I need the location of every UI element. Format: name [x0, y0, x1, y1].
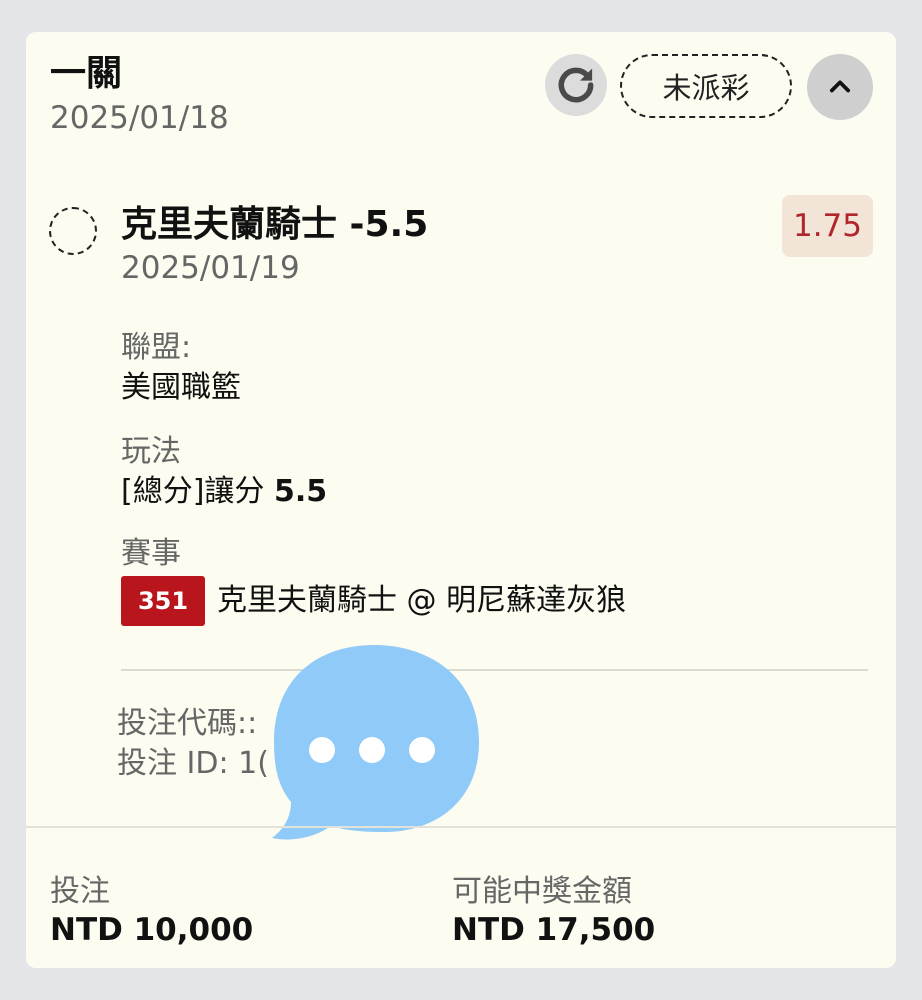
chevron-up-icon [829, 80, 851, 93]
section-divider [121, 669, 868, 671]
potential-payout-label: 可能中獎金額 [452, 874, 632, 909]
bet-type-title: 一關 [50, 53, 123, 94]
selection-name: 克里夫蘭騎士 -5.5 [121, 204, 429, 245]
selection-date: 2025/01/19 [121, 250, 300, 286]
settlement-status-badge: 未派彩 [620, 54, 792, 118]
event-label: 賽事 [121, 536, 181, 571]
event-name: 克里夫蘭騎士 @ 明尼蘇達灰狼 [217, 583, 627, 618]
selection-status-indicator [49, 207, 97, 255]
market-type: [總分]讓分 [121, 474, 274, 509]
event-row: 351 克里夫蘭騎士 @ 明尼蘇達灰狼 [121, 576, 626, 626]
market-value: [總分]讓分 5.5 [121, 472, 327, 512]
stake-label: 投注 [50, 874, 110, 909]
refresh-button[interactable] [545, 54, 607, 116]
refresh-icon [558, 67, 594, 103]
bet-card: 一關 2025/01/18 未派彩 克里夫蘭騎士 -5.5 2025/01/19… [26, 32, 896, 968]
collapse-button[interactable] [807, 54, 873, 120]
market-line: 5.5 [273, 474, 328, 509]
odds-badge: 1.75 [782, 195, 873, 257]
league-label: 聯盟: [121, 330, 192, 365]
bet-code-label: 投注代碼:: [117, 706, 258, 741]
potential-payout-value: NTD 17,500 [452, 912, 656, 948]
bet-id-label: 投注 ID: 1( [117, 746, 269, 781]
footer-divider [26, 826, 896, 828]
league-value: 美國職籃 [121, 370, 241, 405]
event-code-badge: 351 [121, 576, 205, 626]
stake-value: NTD 10,000 [50, 912, 254, 948]
bet-date: 2025/01/18 [50, 100, 229, 136]
market-label: 玩法 [121, 434, 181, 469]
chat-bubble-icon [272, 645, 479, 840]
